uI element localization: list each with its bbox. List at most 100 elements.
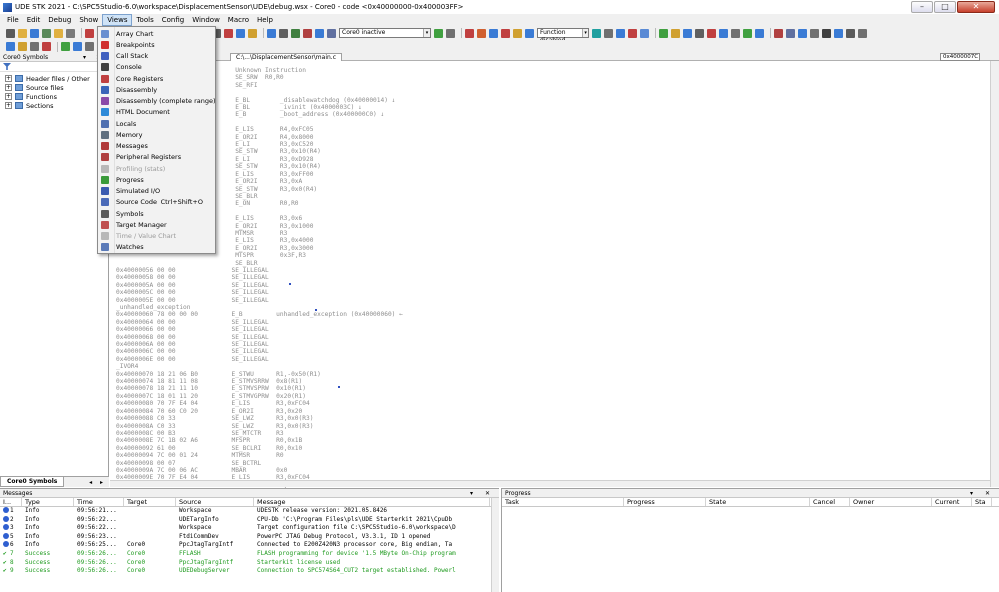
messages-pane-buttons[interactable]: ▾ ✕ bbox=[470, 489, 495, 498]
toolbar-button-icon[interactable] bbox=[30, 28, 39, 38]
message-row[interactable]: 1 Info 09:56:21... Workspace UDESTK release … bbox=[0, 507, 499, 516]
column-header-state[interactable]: State bbox=[706, 498, 810, 506]
toolbar-button-icon[interactable] bbox=[6, 42, 15, 51]
toolbar-button-icon[interactable] bbox=[671, 28, 680, 38]
column-header-time[interactable]: Time bbox=[74, 498, 124, 506]
toolbar-button-icon[interactable] bbox=[798, 28, 807, 38]
toolbar-button-icon[interactable] bbox=[73, 42, 82, 51]
toolbar-button-icon[interactable] bbox=[18, 28, 27, 38]
toolbar-button-icon[interactable] bbox=[236, 28, 245, 38]
messages-scrollbar[interactable] bbox=[491, 498, 499, 592]
tab-main-c[interactable]: C:\...\DisplacementSensor\main.c bbox=[230, 53, 343, 61]
views-menu-item-messages[interactable]: Messages bbox=[98, 141, 215, 152]
views-menu-item-array-chart[interactable]: Array Chart bbox=[98, 28, 215, 39]
menu-tools[interactable]: Tools bbox=[132, 14, 157, 26]
views-menu-item-core-registers[interactable]: Core Registers bbox=[98, 73, 215, 84]
toolbar-button-icon[interactable] bbox=[640, 28, 649, 38]
toolbar-button-icon[interactable] bbox=[786, 28, 795, 38]
tree-item-header-files-other[interactable]: + Header files / Other bbox=[0, 74, 108, 83]
toolbar-button-icon[interactable] bbox=[248, 28, 257, 38]
toolbar-button-icon[interactable] bbox=[279, 28, 288, 38]
toolbar-button-icon[interactable] bbox=[695, 28, 704, 38]
message-row[interactable]: ✔ 7 Success 09:56:26... Core0 FFLASH FLASH pro… bbox=[0, 550, 499, 559]
column-header-i[interactable]: I... bbox=[0, 498, 22, 506]
toolbar-button-icon[interactable] bbox=[719, 28, 728, 38]
expand-icon[interactable]: + bbox=[5, 84, 12, 91]
toolbar-button-icon[interactable] bbox=[291, 28, 300, 38]
views-menu-item-memory[interactable]: Memory bbox=[98, 129, 215, 140]
expand-icon[interactable]: + bbox=[5, 93, 12, 100]
close-button[interactable]: ✕ bbox=[957, 1, 995, 13]
minimize-button[interactable]: – bbox=[911, 1, 933, 13]
tree-item-sections[interactable]: + Sections bbox=[0, 101, 108, 110]
views-menu-item-html-document[interactable]: HTML Document bbox=[98, 107, 215, 118]
toolbar-button-icon[interactable] bbox=[61, 42, 70, 51]
toolbar-button-icon[interactable] bbox=[489, 28, 498, 38]
toolbar-button-icon[interactable] bbox=[743, 28, 752, 38]
toolbar-button-icon[interactable] bbox=[683, 28, 692, 38]
toolbar-button-icon[interactable] bbox=[707, 28, 716, 38]
views-menu-item-peripheral-registers[interactable]: Peripheral Registers bbox=[98, 152, 215, 163]
address-field[interactable]: 0x4000007C bbox=[940, 53, 980, 61]
views-menu-item-source-code[interactable]: Source Code Ctrl+Shift+O bbox=[98, 197, 215, 208]
menu-show[interactable]: Show bbox=[75, 14, 102, 26]
toolbar-button-icon[interactable] bbox=[267, 28, 276, 38]
views-menu-item-disassembly-complete-range[interactable]: Disassembly (complete range) bbox=[98, 96, 216, 107]
tree-item-functions[interactable]: + Functions bbox=[0, 92, 108, 101]
views-menu-item-locals[interactable]: Locals bbox=[98, 118, 215, 129]
toolbar-button-icon[interactable] bbox=[315, 28, 324, 38]
views-menu-item-call-stack[interactable]: Call Stack bbox=[98, 51, 215, 62]
message-row[interactable]: 2 Info 09:56:22... UDETargInfo CPU-Db 'C:\Pr… bbox=[0, 515, 499, 525]
toolbar-button-icon[interactable] bbox=[822, 28, 831, 38]
views-menu-item-breakpoints[interactable]: Breakpoints bbox=[98, 39, 215, 50]
menu-config[interactable]: Config bbox=[158, 14, 188, 26]
toolbar-button-icon[interactable] bbox=[731, 28, 740, 38]
column-header-current[interactable]: Current bbox=[932, 498, 972, 506]
views-menu-item-console[interactable]: Console bbox=[98, 62, 215, 73]
maximize-button[interactable]: □ bbox=[934, 1, 956, 13]
toolbar-button-icon[interactable] bbox=[659, 28, 668, 38]
filter-icon[interactable] bbox=[3, 63, 11, 70]
toolbar-button-icon[interactable] bbox=[85, 42, 94, 51]
function-combo[interactable]: Function disabled ▾ bbox=[537, 28, 589, 44]
toolbar-button-icon[interactable] bbox=[42, 42, 51, 51]
menu-window[interactable]: Window bbox=[188, 14, 224, 26]
toolbar-button-icon[interactable] bbox=[501, 28, 510, 38]
toolbar-button-icon[interactable] bbox=[30, 42, 39, 51]
toolbar-button-icon[interactable] bbox=[446, 28, 455, 38]
toolbar-button-icon[interactable] bbox=[477, 28, 486, 38]
toolbar-button-icon[interactable] bbox=[85, 28, 94, 38]
toolbar-button-icon[interactable] bbox=[592, 28, 601, 38]
menu-macro[interactable]: Macro bbox=[224, 14, 253, 26]
toolbar-button-icon[interactable] bbox=[434, 28, 443, 38]
column-header-target[interactable]: Target bbox=[124, 498, 176, 506]
column-header-progress[interactable]: Progress bbox=[624, 498, 706, 506]
menu-views[interactable]: Views bbox=[102, 14, 133, 26]
views-menu-item-symbols[interactable]: Symbols bbox=[98, 208, 215, 219]
toolbar-button-icon[interactable] bbox=[846, 28, 855, 38]
views-menu-item-simulated-i-o[interactable]: Simulated I/O bbox=[98, 186, 215, 197]
tree-item-source-files[interactable]: + Source files bbox=[0, 83, 108, 92]
toolbar-button-icon[interactable] bbox=[66, 28, 75, 38]
message-row[interactable]: 5 Info 09:56:23... FtdiCommDev PowerPC JTAG … bbox=[0, 532, 499, 542]
toolbar-button-icon[interactable] bbox=[327, 28, 336, 38]
toolbar-button-icon[interactable] bbox=[525, 28, 534, 38]
views-menu-item-disassembly[interactable]: Disassembly bbox=[98, 84, 215, 95]
progress-pane-buttons[interactable]: ▾ ✕ bbox=[970, 489, 995, 498]
toolbar-button-icon[interactable] bbox=[465, 28, 474, 38]
column-header-source[interactable]: Source bbox=[176, 498, 254, 506]
core-state-combo[interactable]: Core0 inactive ▾ bbox=[339, 28, 431, 38]
toolbar-button-icon[interactable] bbox=[810, 28, 819, 38]
toolbar-button-icon[interactable] bbox=[858, 28, 867, 38]
views-menu-item-watches[interactable]: Watches bbox=[98, 242, 215, 253]
toolbar-button-icon[interactable] bbox=[42, 28, 51, 38]
views-menu-item-target-manager[interactable]: Target Manager bbox=[98, 219, 215, 230]
code-horizontal-scrollbar[interactable] bbox=[110, 480, 990, 487]
message-row[interactable]: 3 Info 09:56:22... Workspace Target configur… bbox=[0, 524, 499, 533]
column-header-type[interactable]: Type bbox=[22, 498, 74, 506]
code-vertical-scrollbar[interactable] bbox=[990, 61, 999, 487]
column-header-task[interactable]: Task bbox=[502, 498, 624, 506]
tab-scroll-arrows[interactable]: ◂ ▸ bbox=[89, 479, 109, 486]
toolbar-button-icon[interactable] bbox=[774, 28, 783, 38]
expand-icon[interactable]: + bbox=[5, 102, 12, 109]
